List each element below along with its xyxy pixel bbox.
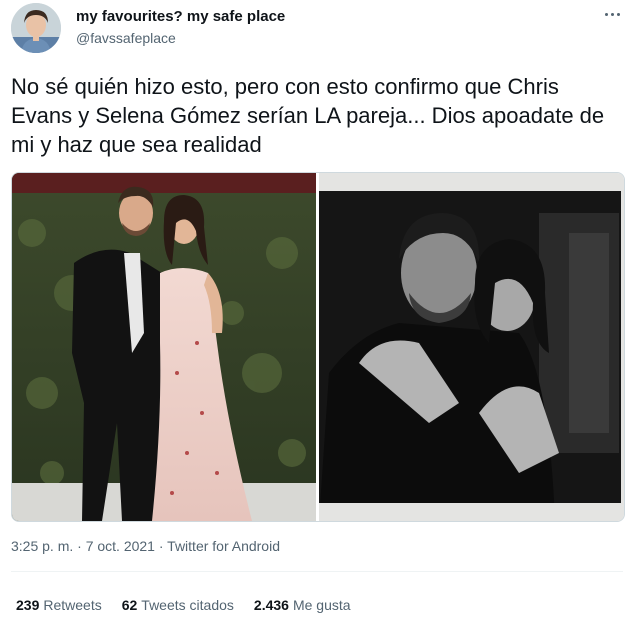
couple-photo-bw-icon[interactable] bbox=[319, 173, 624, 521]
retweets-count: 239 bbox=[16, 597, 40, 613]
retweets-stat[interactable]: 239 Retweets bbox=[16, 597, 102, 613]
author-display-name[interactable]: my favourites? my safe place bbox=[76, 8, 285, 25]
tweet-timestamp[interactable]: 3:25 p. m. · 7 oct. 2021 · Twitter for A… bbox=[11, 538, 280, 554]
quotes-count: 62 bbox=[121, 597, 138, 613]
likes-count: 2.436 bbox=[253, 597, 289, 613]
retweets-label: Retweets bbox=[43, 597, 102, 613]
user-avatar-icon bbox=[11, 3, 61, 53]
quotes-stat[interactable]: 62 Tweets citados bbox=[122, 597, 234, 613]
author-handle[interactable]: @favssafeplace bbox=[76, 30, 176, 46]
likes-stat[interactable]: 2.436 Me gusta bbox=[254, 597, 351, 613]
couple-photo-color-icon[interactable] bbox=[12, 173, 316, 521]
author-avatar[interactable] bbox=[11, 3, 61, 53]
likes-label: Me gusta bbox=[292, 597, 351, 613]
tweet-text: No sé quién hizo esto, pero con esto con… bbox=[11, 74, 605, 157]
tweet-media[interactable] bbox=[11, 172, 625, 522]
divider bbox=[11, 571, 623, 572]
tweet-stats: 239 Retweets 62 Tweets citados 2.436 Me gus… bbox=[16, 597, 371, 613]
more-options-icon[interactable] bbox=[598, 2, 626, 26]
tweet-card: my favourites? my safe place @favssafepl… bbox=[0, 0, 641, 620]
quotes-label: Tweets citados bbox=[141, 597, 234, 613]
